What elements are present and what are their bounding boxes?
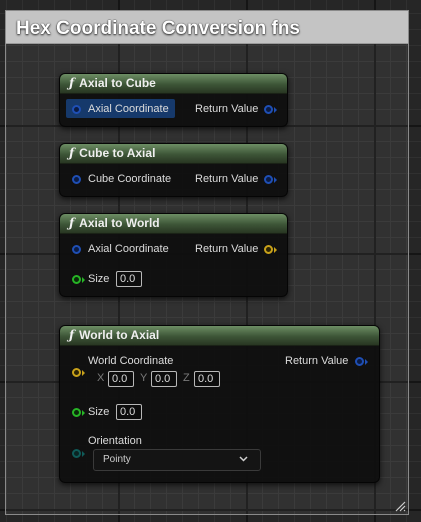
output-pin[interactable] bbox=[355, 357, 364, 366]
output-pin-arrow bbox=[274, 177, 277, 183]
node-cube-to-axial[interactable]: ƒ Cube to Axial Cube Coordinate Return Va… bbox=[59, 143, 288, 197]
input-pin-label: World Coordinate bbox=[88, 355, 174, 367]
world-coordinate-pin[interactable] bbox=[72, 368, 81, 377]
x-axis-label: X bbox=[97, 372, 105, 384]
function-icon: ƒ bbox=[69, 328, 75, 342]
orientation-value: Pointy bbox=[103, 454, 131, 465]
node-title: Axial to World bbox=[79, 216, 160, 230]
input-pin-label: Axial Coordinate bbox=[88, 243, 169, 255]
world-coordinate-pin-arrow bbox=[82, 370, 85, 376]
size-pin-arrow bbox=[82, 277, 85, 283]
node-title: Axial to Cube bbox=[79, 76, 156, 90]
orientation-pin-arrow bbox=[82, 451, 85, 457]
resize-grip-icon[interactable] bbox=[394, 500, 406, 512]
output-pin-label: Return Value bbox=[285, 355, 349, 367]
size-label: Size bbox=[88, 273, 110, 285]
output-pin[interactable] bbox=[264, 245, 273, 254]
node-header[interactable]: ƒ World to Axial bbox=[60, 326, 379, 346]
y-input[interactable]: 0.0 bbox=[151, 371, 177, 387]
input-pin[interactable] bbox=[72, 105, 81, 114]
node-title: Cube to Axial bbox=[79, 146, 156, 160]
output-pin-label: Return Value bbox=[195, 103, 259, 115]
size-pin-arrow bbox=[82, 410, 85, 416]
function-icon: ƒ bbox=[69, 146, 75, 160]
output-pin[interactable] bbox=[264, 105, 273, 114]
node-axial-to-cube[interactable]: ƒ Axial to Cube Axial Coordinate Return V… bbox=[59, 73, 288, 127]
orientation-pin[interactable] bbox=[72, 449, 81, 458]
function-icon: ƒ bbox=[69, 76, 75, 90]
output-pin-label: Return Value bbox=[195, 173, 259, 185]
size-input[interactable]: 0.0 bbox=[116, 404, 142, 420]
input-pin[interactable] bbox=[72, 175, 81, 184]
size-pin[interactable] bbox=[72, 275, 81, 284]
node-axial-to-world[interactable]: ƒ Axial to World Axial Coordinate Return … bbox=[59, 213, 288, 297]
input-pin[interactable] bbox=[72, 245, 81, 254]
function-icon: ƒ bbox=[69, 216, 75, 230]
size-pin[interactable] bbox=[72, 408, 81, 417]
node-header[interactable]: ƒ Cube to Axial bbox=[60, 144, 287, 164]
node-header[interactable]: ƒ Axial to World bbox=[60, 214, 287, 234]
output-pin-arrow bbox=[274, 247, 277, 253]
z-input[interactable]: 0.0 bbox=[194, 371, 220, 387]
output-pin-label: Return Value bbox=[195, 243, 259, 255]
output-pin[interactable] bbox=[264, 175, 273, 184]
input-pin-label: Axial Coordinate bbox=[88, 103, 169, 115]
orientation-label: Orientation bbox=[88, 435, 142, 447]
comment-title[interactable]: Hex Coordinate Conversion fns bbox=[6, 11, 408, 44]
y-axis-label: Y bbox=[140, 372, 148, 384]
z-axis-label: Z bbox=[183, 372, 190, 384]
node-world-to-axial[interactable]: ƒ World to Axial World Coordinate Return … bbox=[59, 325, 380, 483]
output-pin-arrow bbox=[365, 359, 368, 365]
node-title: World to Axial bbox=[79, 328, 160, 342]
chevron-down-icon bbox=[239, 456, 248, 462]
output-pin-arrow bbox=[274, 107, 277, 113]
size-label: Size bbox=[88, 406, 110, 418]
input-pin-label: Cube Coordinate bbox=[88, 173, 172, 185]
node-header[interactable]: ƒ Axial to Cube bbox=[60, 74, 287, 94]
orientation-dropdown[interactable]: Pointy bbox=[93, 449, 261, 471]
x-input[interactable]: 0.0 bbox=[108, 371, 134, 387]
size-input[interactable]: 0.0 bbox=[116, 271, 142, 287]
